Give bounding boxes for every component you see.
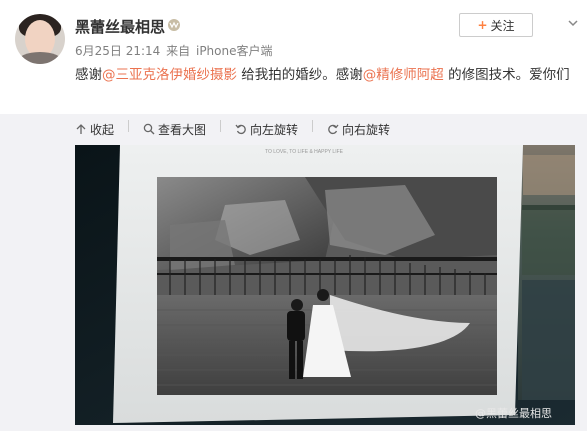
username[interactable]: 黑蕾丝最相思 (75, 16, 165, 37)
rotate-right-label: 向右旋转 (342, 122, 391, 137)
mention-link[interactable]: @三亚克洛伊婚纱摄影 (102, 67, 237, 83)
wedding-album-photo: TO LOVE, TO LIFE & HAPPY LIFE @黑蕾丝最相思 (75, 145, 575, 425)
collapse-icon (76, 124, 86, 134)
meta-from-text: 来自 (166, 44, 191, 58)
follow-label: 关注 (490, 18, 515, 33)
magnifier-icon (143, 123, 155, 135)
toolbar-divider (128, 120, 130, 132)
post-text-part: 感谢 (75, 67, 102, 83)
bw-wedding-photo (157, 177, 497, 395)
right-page-foliage (522, 205, 575, 275)
post-text-part: 的修图技术。爱你们 (443, 67, 570, 83)
post-meta: 6月25日 21:14 来自 iPhone客户端 (75, 42, 273, 59)
avatar-body (17, 52, 63, 64)
toolbar-divider (220, 120, 222, 132)
rotate-left-label: 向左旋转 (250, 122, 299, 137)
toolbar-divider (312, 120, 314, 132)
view-large-button[interactable]: 查看大图 (143, 120, 206, 138)
avatar[interactable] (15, 14, 65, 64)
post-image[interactable]: TO LOVE, TO LIFE & HAPPY LIFE @黑蕾丝最相思 (75, 145, 575, 425)
rotate-left-button[interactable]: 向左旋转 (235, 120, 298, 138)
rotate-right-icon (328, 124, 339, 135)
follow-plus-icon: + (477, 18, 488, 32)
post-timestamp[interactable]: 6月25日 21:14 (75, 44, 160, 58)
post-client[interactable]: iPhone客户端 (196, 44, 273, 58)
right-page-deck (522, 280, 575, 400)
follow-button[interactable]: + 关注 (459, 13, 533, 37)
post-text: 感谢@三亚克洛伊婚纱摄影 给我拍的婚纱。感谢@精修师阿超 的修图技术。爱你们 (75, 64, 575, 86)
view-large-label: 查看大图 (158, 122, 207, 137)
chevron-down-icon[interactable] (567, 17, 579, 29)
right-page-rocks (523, 155, 575, 195)
post-text-part: 给我拍的婚纱。感谢 (237, 67, 363, 83)
collapse-label: 收起 (90, 122, 115, 137)
rotate-right-button[interactable]: 向右旋转 (327, 120, 390, 138)
collapse-button[interactable]: 收起 (75, 120, 114, 138)
photo-watermark: @黑蕾丝最相思 (475, 407, 552, 420)
image-toolbar: 收起 查看大图 向左旋转 向右旋转 (75, 120, 390, 138)
rotate-left-icon (235, 124, 246, 135)
page-caption: TO LOVE, TO LIFE & HAPPY LIFE (265, 149, 344, 155)
vip-badge-icon (168, 19, 180, 31)
mention-link[interactable]: @精修师阿超 (363, 67, 444, 83)
